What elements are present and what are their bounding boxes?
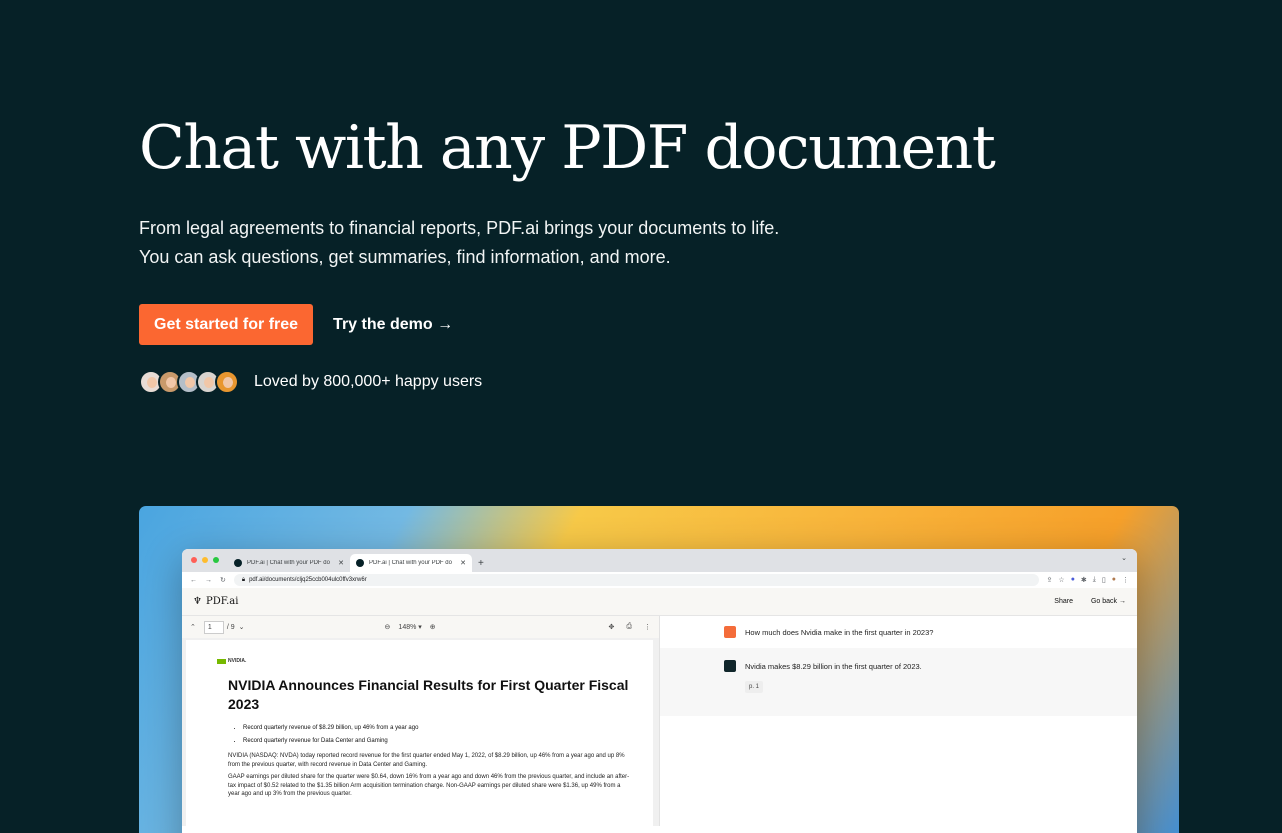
lock-icon: 🔒︎ — [241, 576, 246, 583]
menu-icon: ⋮ — [1122, 577, 1129, 584]
document-title: NVIDIA Announces Financial Results for F… — [228, 677, 629, 712]
pdf-page: NVIDIA. NVIDIA Announces Financial Resul… — [186, 640, 653, 833]
page-title: Chat with any PDF document — [139, 113, 996, 183]
pdf-viewer: ⌃ 1 / 9 ⌄ ⊖ 148% ▾ ⊕ ✥ ⎙ ⋮ NVIDIA. NVIDI… — [182, 616, 660, 833]
back-icon: ← — [190, 576, 197, 584]
nvidia-eye-icon — [217, 658, 226, 664]
nvidia-logo: NVIDIA. — [217, 658, 631, 664]
favicon-icon — [234, 559, 242, 567]
more-icon: ⋮ — [644, 624, 651, 631]
question-text: How much does Nvidia make in the first q… — [745, 627, 934, 637]
share-button: Share — [1054, 598, 1073, 605]
list-item: Record quarterly revenue of $8.29 billio… — [243, 722, 631, 735]
product-screenshot: PDF.ai | Chat with your PDF do ✕ PDF.ai … — [139, 506, 1179, 833]
close-tab-icon: ✕ — [460, 560, 466, 567]
tab-title: PDF.ai | Chat with your PDF do — [369, 560, 452, 566]
answer-text: Nvidia makes $8.29 billion in the first … — [745, 661, 922, 671]
maximize-dot-icon — [213, 557, 219, 563]
address-bar: ← → ↻ 🔒︎ pdf.ai/documents/cljq25ccb004ul… — [182, 572, 1137, 588]
app-logo: ♆ PDF.ai — [193, 596, 238, 607]
try-demo-link[interactable]: Try the demo → — [333, 316, 453, 334]
reload-icon: ↻ — [220, 577, 226, 584]
document-paragraph: NVIDIA (NASDAQ: NVDA) today reported rec… — [228, 753, 625, 768]
social-proof: Loved by 800,000+ happy users — [139, 370, 1039, 394]
extension-icons: ⇪ ☆ ● ✱ ⤓ ▯ ● ⋮ — [1047, 576, 1129, 584]
document-paragraph: GAAP earnings per diluted share for the … — [228, 774, 630, 797]
page-number-input: 1 — [203, 620, 224, 634]
chat-answer: Nvidia makes $8.29 billion in the first … — [660, 648, 1137, 716]
page-total: / 9 — [226, 623, 235, 631]
print-icon: ⎙ — [626, 623, 632, 630]
document-bullets: Record quarterly revenue of $8.29 billio… — [228, 722, 631, 748]
hero-subtitle: From legal agreements to financial repor… — [139, 214, 1039, 272]
url-text: pdf.ai/documents/cljq25ccb004ulc0ffv3xrw… — [249, 577, 367, 583]
zoom-out-icon: ⊖ — [384, 624, 391, 631]
social-proof-text: Loved by 800,000+ happy users — [254, 373, 483, 390]
minimize-dot-icon — [202, 557, 208, 563]
url-field: 🔒︎ pdf.ai/documents/cljq25ccb004ulc0ffv3… — [233, 574, 1039, 586]
browser-tab-active: PDF.ai | Chat with your PDF do ✕ — [350, 554, 472, 572]
download-icon: ⤓ — [1092, 576, 1096, 583]
user-avatars — [139, 370, 239, 394]
logo-icon: ♆ — [193, 596, 202, 607]
avatar — [215, 370, 239, 394]
hero-section: Chat with any PDF document From legal ag… — [139, 112, 1039, 394]
cta-row: Get started for free Try the demo → — [139, 304, 1039, 345]
pdf-tools: ✥ ⎙ ⋮ — [609, 623, 651, 631]
header-actions: Share Go back → — [1054, 598, 1126, 605]
chevron-up-icon: ⌃ — [190, 624, 196, 631]
hero-subtitle-line-2: You can ask questions, get summaries, fi… — [139, 247, 671, 267]
user-icon — [724, 626, 736, 638]
profile-icon: ● — [1111, 576, 1116, 583]
zoom-controls: ⊖ 148% ▾ ⊕ — [385, 623, 436, 631]
app-panes: ⌃ 1 / 9 ⌄ ⊖ 148% ▾ ⊕ ✥ ⎙ ⋮ NVIDIA. NVIDI… — [182, 616, 1137, 833]
close-dot-icon — [191, 557, 197, 563]
app-header: ♆ PDF.ai Share Go back → — [182, 588, 1137, 616]
get-started-button[interactable]: Get started for free — [139, 304, 314, 345]
extension-icon: ● — [1070, 576, 1075, 583]
browser-tabbar: PDF.ai | Chat with your PDF do ✕ PDF.ai … — [182, 549, 1137, 572]
page-reference-badge: p. 1 — [745, 681, 764, 693]
bot-icon — [724, 660, 736, 672]
chevron-down-icon: ⌄ — [1121, 555, 1127, 562]
tab-title: PDF.ai | Chat with your PDF do — [247, 560, 330, 566]
close-tab-icon: ✕ — [338, 560, 344, 567]
nvidia-logo-text: NVIDIA. — [228, 658, 247, 664]
chevron-down-icon: ⌄ — [238, 624, 245, 631]
zoom-level: 148% ▾ — [398, 624, 422, 631]
new-tab-icon: + — [478, 558, 484, 569]
hero-subtitle-line-1: From legal agreements to financial repor… — [139, 218, 780, 238]
sidebar-icon: ▯ — [1101, 577, 1106, 584]
window-controls — [191, 557, 219, 563]
star-icon: ☆ — [1058, 577, 1065, 584]
chat-panel: How much does Nvidia make in the first q… — [660, 616, 1137, 826]
browser-window: PDF.ai | Chat with your PDF do ✕ PDF.ai … — [182, 549, 1137, 833]
favicon-icon — [356, 559, 364, 567]
move-icon: ✥ — [608, 624, 615, 631]
pdf-toolbar: ⌃ 1 / 9 ⌄ ⊖ 148% ▾ ⊕ ✥ ⎙ ⋮ — [182, 616, 659, 638]
app-name: PDF.ai — [205, 596, 239, 607]
browser-tab: PDF.ai | Chat with your PDF do ✕ — [228, 554, 350, 572]
list-item: Record quarterly revenue for Data Center… — [243, 735, 631, 748]
go-back-button: Go back → — [1090, 598, 1126, 605]
share-icon: ⇪ — [1046, 577, 1053, 584]
chat-question: How much does Nvidia make in the first q… — [660, 616, 1137, 648]
zoom-in-icon: ⊕ — [429, 624, 436, 631]
puzzle-icon: ✱ — [1080, 577, 1087, 584]
forward-icon: → — [205, 576, 212, 584]
